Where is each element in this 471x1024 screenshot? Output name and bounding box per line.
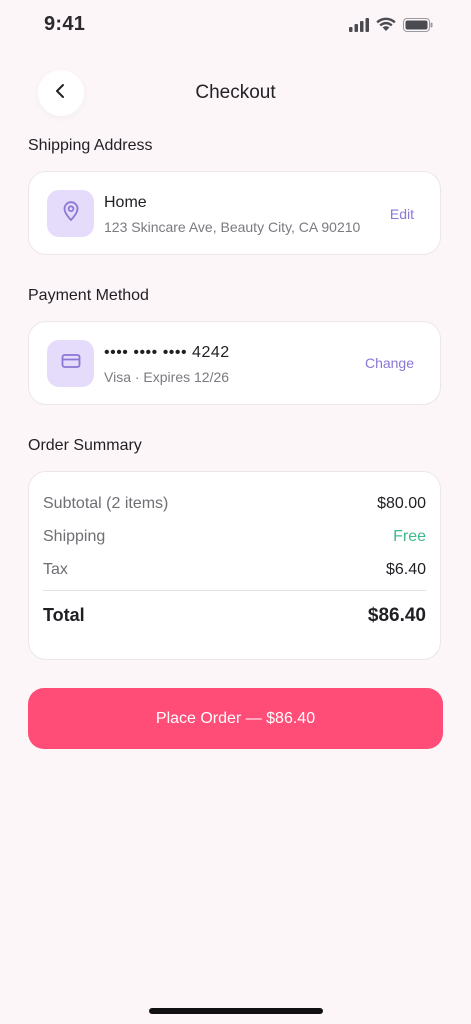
- summary-row-total: Total $86.40: [43, 605, 426, 627]
- shipping-section-title: Shipping Address: [28, 137, 153, 154]
- subtotal-value: $80.00: [377, 495, 426, 512]
- total-label: Total: [43, 605, 85, 625]
- card-number: •••• •••• •••• 4242: [104, 344, 230, 361]
- shipping-address: 123 Skincare Ave, Beauty City, CA 90210: [104, 219, 361, 235]
- edit-address-button[interactable]: Edit: [390, 206, 414, 222]
- page-title: Checkout: [195, 82, 276, 103]
- summary-row-shipping: Shipping Free: [43, 528, 426, 546]
- signal-icon: [349, 17, 369, 37]
- home-indicator: [149, 1008, 323, 1014]
- location-pin-icon: [61, 200, 81, 227]
- summary-row-subtotal: Subtotal (2 items) $80.00: [43, 495, 426, 513]
- subtotal-label: Subtotal (2 items): [43, 495, 169, 512]
- total-value: $86.40: [367, 605, 426, 626]
- change-payment-button[interactable]: Change: [365, 355, 414, 371]
- payment-section-title: Payment Method: [28, 287, 149, 304]
- shipping-address-card[interactable]: Home 123 Skincare Ave, Beauty City, CA 9…: [28, 171, 441, 255]
- tax-label: Tax: [43, 561, 68, 578]
- wifi-icon: [376, 17, 396, 37]
- shipping-icon-tile: [47, 190, 94, 237]
- status-bar: 9:41: [0, 0, 471, 50]
- battery-icon: [403, 17, 433, 37]
- tax-value: $6.40: [385, 561, 426, 578]
- credit-card-icon: [61, 353, 81, 374]
- summary-row-tax: Tax $6.40: [43, 561, 426, 579]
- status-time: 9:41: [44, 13, 86, 35]
- card-details: Visa · Expires 12/26: [104, 369, 230, 385]
- status-icons: [349, 17, 433, 37]
- payment-icon-tile: [47, 340, 94, 387]
- place-order-button[interactable]: Place Order — $86.40: [28, 688, 443, 749]
- payment-method-card[interactable]: •••• •••• •••• 4242 Visa · Expires 12/26…: [28, 321, 441, 405]
- order-summary-card: Subtotal (2 items) $80.00 Shipping Free …: [28, 471, 441, 660]
- header: Checkout: [0, 66, 471, 120]
- shipping-name: Home: [104, 194, 147, 211]
- summary-divider: [43, 590, 426, 591]
- shipping-label: Shipping: [43, 528, 106, 545]
- summary-section-title: Order Summary: [28, 437, 142, 454]
- shipping-value: Free: [393, 528, 426, 545]
